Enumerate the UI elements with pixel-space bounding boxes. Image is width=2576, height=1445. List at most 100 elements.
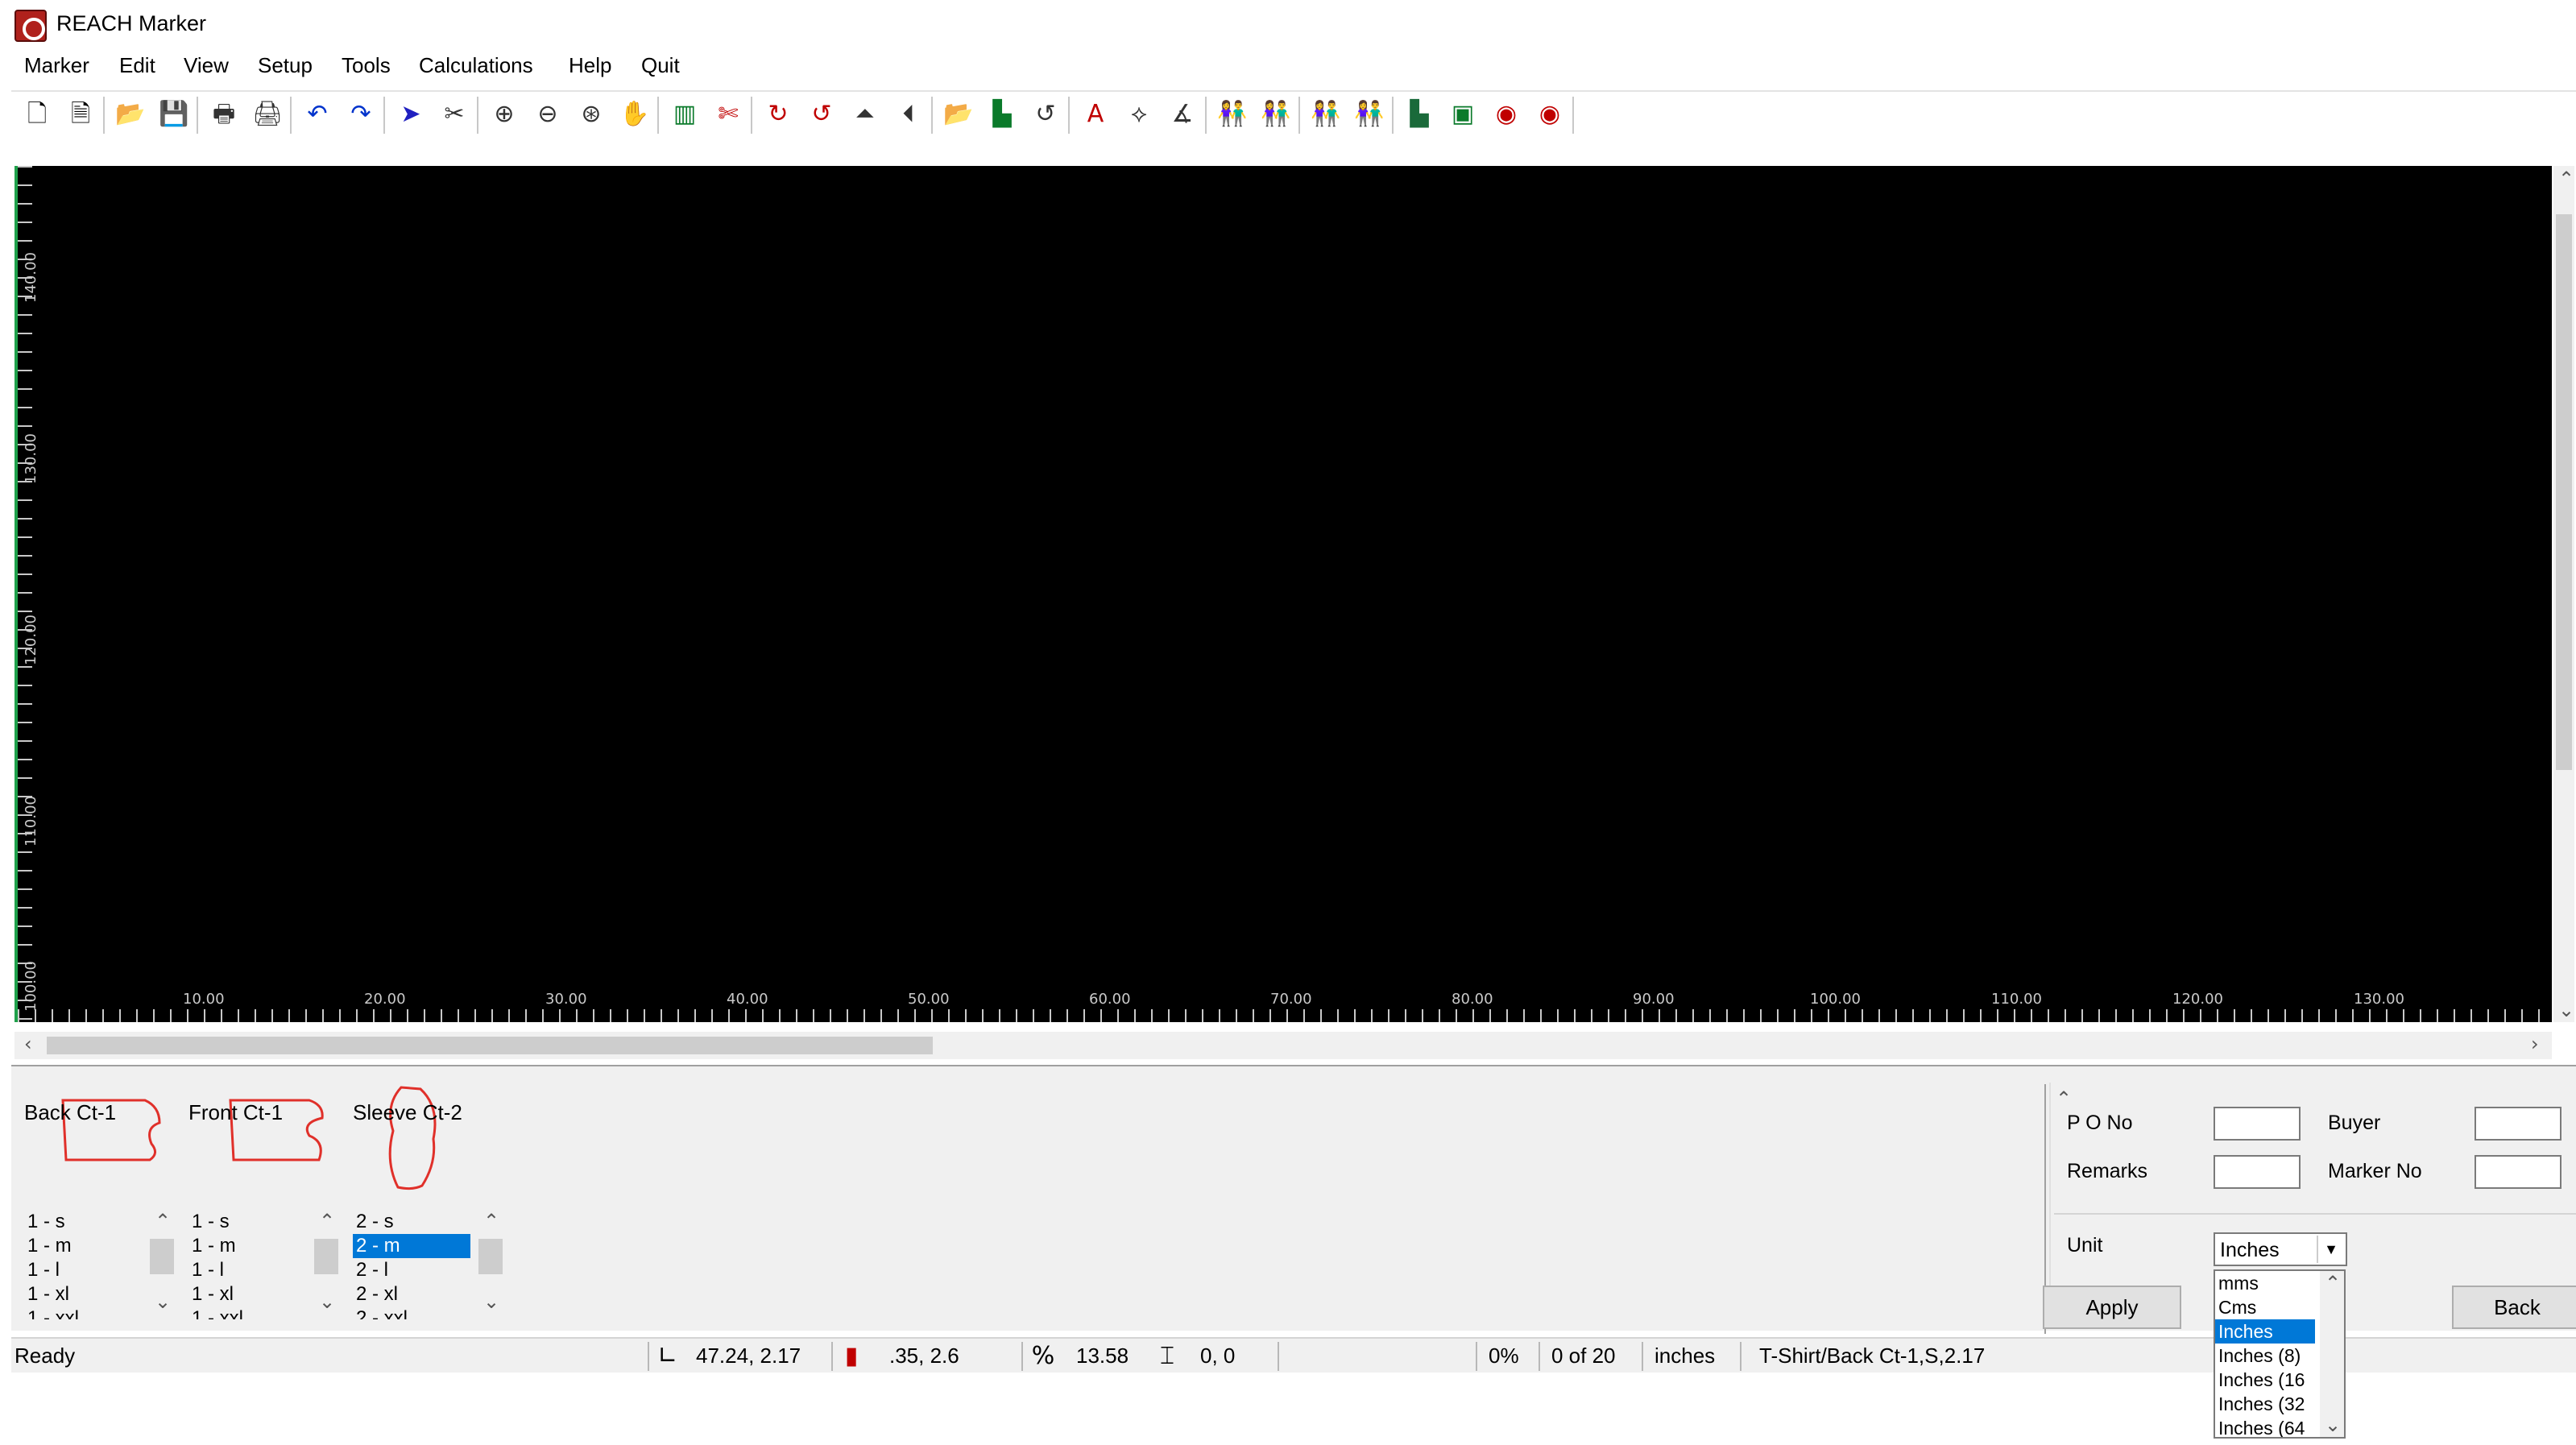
po-no-field[interactable] xyxy=(2214,1107,2301,1141)
menu-edit[interactable]: Edit xyxy=(119,53,155,78)
list-item-selected[interactable]: 2 - m xyxy=(353,1234,470,1258)
list-item[interactable]: 1 - m xyxy=(24,1234,145,1258)
menu-marker[interactable]: Marker xyxy=(24,53,89,78)
menu-view[interactable]: View xyxy=(184,53,229,78)
piece-icon[interactable]: ▙ xyxy=(984,97,1020,132)
print-setup-icon[interactable]: 🖨 xyxy=(250,97,285,132)
scroll-up-icon[interactable]: ⌃ xyxy=(2558,168,2574,190)
menu-calculations[interactable]: Calculations xyxy=(419,53,533,78)
new-doc-icon[interactable]: 🗎 xyxy=(63,97,98,132)
text-icon[interactable]: A xyxy=(1078,97,1113,132)
scroll-down-icon[interactable]: ⌄ xyxy=(483,1290,499,1313)
status-divider xyxy=(1476,1342,1477,1371)
angle-icon[interactable]: ∡ xyxy=(1165,97,1200,132)
pair-red-2-icon[interactable]: 👫 xyxy=(1352,97,1387,132)
list-item[interactable]: 1 - xxl xyxy=(188,1306,309,1319)
marker-no-field[interactable] xyxy=(2475,1155,2562,1189)
menu-setup[interactable]: Setup xyxy=(258,53,313,78)
select-arrow-icon[interactable]: ➤ xyxy=(393,97,429,132)
target-2-icon[interactable]: ◉ xyxy=(1532,97,1568,132)
zoom-fit-icon[interactable]: ⊛ xyxy=(574,97,609,132)
scroll-left-icon[interactable]: ‹ xyxy=(24,1033,32,1055)
list-item[interactable]: 2 - xl xyxy=(353,1282,474,1306)
menu-tools[interactable]: Tools xyxy=(342,53,391,78)
pair-red-icon[interactable]: 👫 xyxy=(1258,97,1294,132)
list-item[interactable]: 1 - xl xyxy=(24,1282,145,1306)
redo-icon[interactable]: ↷ xyxy=(343,97,379,132)
pair-blue-icon[interactable]: 👫 xyxy=(1215,97,1250,132)
list-item[interactable]: 2 - l xyxy=(353,1258,474,1282)
list-item[interactable]: 2 - s xyxy=(353,1210,474,1234)
menu-help[interactable]: Help xyxy=(569,53,611,78)
scroll-thumb[interactable] xyxy=(47,1037,933,1054)
size-list-back-scrollbar[interactable]: ⌃ ⌄ xyxy=(147,1210,177,1319)
scroll-up-icon[interactable]: ⌃ xyxy=(2325,1271,2341,1295)
save-icon[interactable]: 💾 xyxy=(156,97,192,132)
new-file-icon[interactable]: 🗋 xyxy=(19,97,55,132)
unit-option-selected[interactable]: Inches xyxy=(2215,1319,2315,1344)
list-item[interactable]: 1 - xl xyxy=(188,1282,309,1306)
list-item[interactable]: 1 - s xyxy=(24,1210,145,1234)
list-item[interactable]: 1 - s xyxy=(188,1210,309,1234)
list-item[interactable]: 1 - l xyxy=(188,1258,309,1282)
unit-dropdown-list[interactable]: mms Cms Inches Inches (8) Inches (16 Inc… xyxy=(2214,1269,2346,1439)
scroll-up-icon[interactable]: ⌃ xyxy=(155,1210,171,1232)
zoom-in-icon[interactable]: ⊕ xyxy=(487,97,522,132)
unit-select[interactable]: Inches ▼ xyxy=(2214,1232,2347,1266)
size-list-back[interactable]: 1 - s 1 - m 1 - l 1 - xl 1 - xxl xyxy=(24,1210,145,1319)
reset-icon[interactable]: ↺ xyxy=(1028,97,1063,132)
size-list-sleeve-scrollbar[interactable]: ⌃ ⌄ xyxy=(475,1210,506,1319)
flip-horizontal-icon[interactable]: ⏴ xyxy=(891,97,926,132)
size-list-sleeve[interactable]: 2 - s 2 - m 2 - l 2 - xl 2 - xxl xyxy=(353,1210,474,1319)
target-icon[interactable]: ◉ xyxy=(1489,97,1524,132)
canvas-horizontal-scrollbar[interactable] xyxy=(14,1032,2552,1059)
scroll-thumb[interactable] xyxy=(2556,214,2572,770)
open-folder-icon[interactable]: 📂 xyxy=(113,97,148,132)
scroll-up-icon[interactable]: ⌃ xyxy=(319,1210,335,1232)
flip-vertical-icon[interactable]: ⏶ xyxy=(847,97,883,132)
marker-pieces-icon[interactable]: ▥ xyxy=(667,97,702,132)
menu-bar: Marker Edit View Setup Tools Calculation… xyxy=(0,50,2576,85)
rotate-cw-icon[interactable]: ↻ xyxy=(760,97,796,132)
pan-hand-icon[interactable]: ✋ xyxy=(617,97,652,132)
undo-icon[interactable]: ↶ xyxy=(300,97,335,132)
cut-icon[interactable]: ✂ xyxy=(437,97,472,132)
pair-blue-2-icon[interactable]: 👫 xyxy=(1308,97,1344,132)
dropdown-scrollbar[interactable]: ⌃ ⌄ xyxy=(2320,1271,2344,1437)
canvas-vertical-scrollbar[interactable] xyxy=(2553,166,2574,1022)
apply-button[interactable]: Apply xyxy=(2043,1286,2181,1329)
book-icon[interactable]: ▣ xyxy=(1445,97,1481,132)
scroll-thumb[interactable] xyxy=(150,1239,174,1274)
list-item[interactable]: 1 - m xyxy=(188,1234,309,1258)
list-item[interactable]: 1 - xxl xyxy=(24,1306,145,1319)
scroll-thumb[interactable] xyxy=(478,1239,503,1274)
print-icon[interactable]: 🖶 xyxy=(206,97,242,132)
size-list-front-scrollbar[interactable]: ⌃ ⌄ xyxy=(311,1210,342,1319)
report-icon[interactable]: ▙ xyxy=(1402,97,1437,132)
zoom-out-icon[interactable]: ⊖ xyxy=(530,97,565,132)
toolbar-separator xyxy=(197,97,198,134)
menu-quit[interactable]: Quit xyxy=(641,53,680,78)
marker-canvas[interactable]: 140.00 130.00 120.00 110.00 100.00 10.00… xyxy=(14,166,2552,1022)
scissors-icon[interactable]: ✄ xyxy=(710,97,746,132)
ruler-label-bottom: 100.00 xyxy=(1810,991,1861,1008)
open-marker-icon[interactable]: 📂 xyxy=(941,97,976,132)
list-item[interactable]: 1 - l xyxy=(24,1258,145,1282)
scroll-down-icon[interactable]: ⌄ xyxy=(2325,1413,2341,1437)
scroll-down-icon[interactable]: ⌄ xyxy=(319,1290,335,1313)
scroll-thumb[interactable] xyxy=(314,1239,338,1274)
scroll-up-icon[interactable]: ⌃ xyxy=(483,1210,499,1232)
rotate-ccw-icon[interactable]: ↺ xyxy=(804,97,839,132)
size-list-front[interactable]: 1 - s 1 - m 1 - l 1 - xl 1 - xxl xyxy=(188,1210,309,1319)
scroll-down-icon[interactable]: ⌄ xyxy=(2558,999,2574,1021)
notch-icon[interactable]: ⟡ xyxy=(1121,97,1157,132)
buyer-field[interactable] xyxy=(2475,1107,2562,1141)
scroll-up-icon[interactable]: ⌃ xyxy=(2056,1087,2072,1110)
list-item[interactable]: 2 - xxl xyxy=(353,1306,474,1319)
remarks-field[interactable] xyxy=(2214,1155,2301,1189)
scroll-down-icon[interactable]: ⌄ xyxy=(155,1290,171,1313)
back-button[interactable]: Back xyxy=(2452,1286,2576,1329)
window-title: REACH Marker xyxy=(56,11,207,35)
chevron-down-icon[interactable]: ▼ xyxy=(2317,1236,2344,1263)
scroll-right-icon[interactable]: › xyxy=(2531,1033,2539,1055)
